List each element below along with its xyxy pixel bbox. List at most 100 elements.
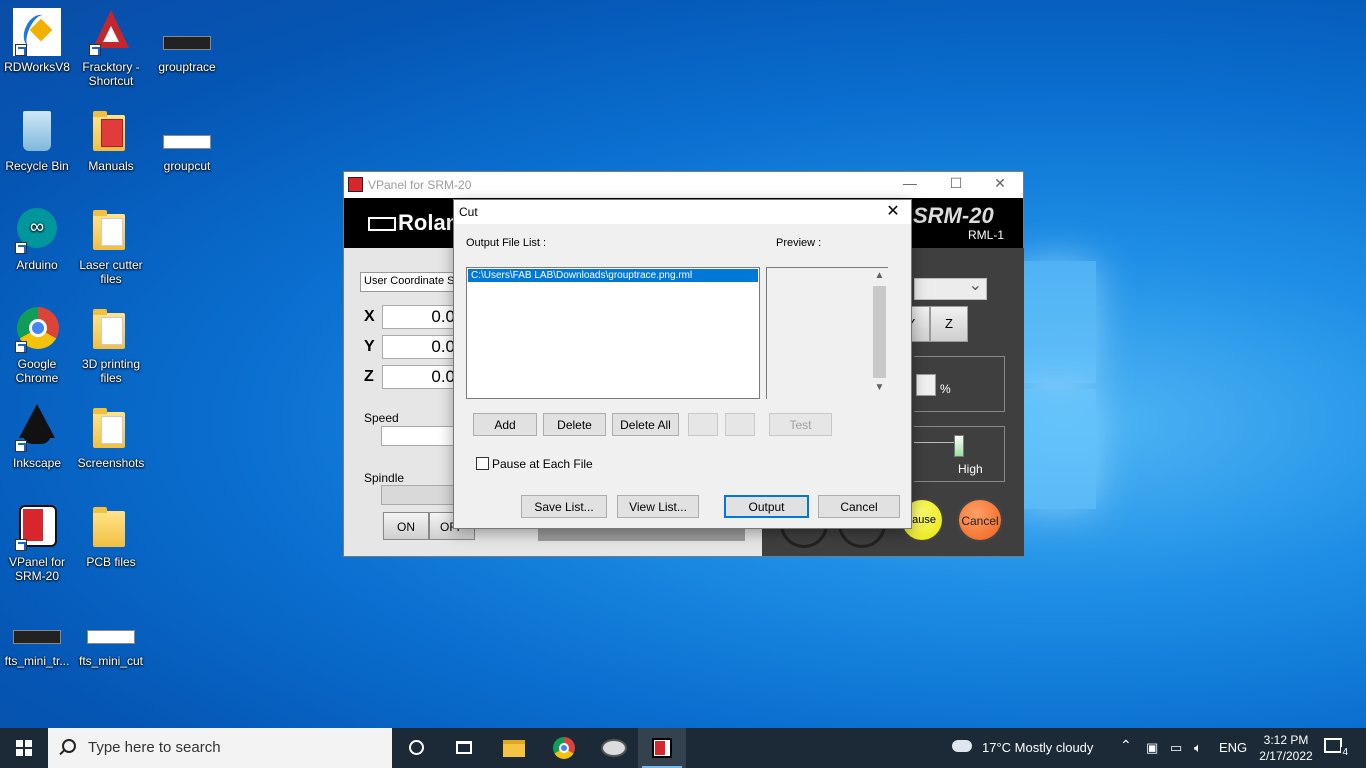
test-button[interactable]: Test: [769, 413, 832, 436]
cancel-button[interactable]: Cancel: [818, 495, 900, 518]
weather-text[interactable]: 17°C Mostly cloudy: [982, 740, 1093, 755]
speed-label: Speed: [364, 411, 399, 425]
desktop-icon-label: 3D printing files: [81, 357, 141, 385]
chevron-up-icon[interactable]: ⌃: [1120, 737, 1132, 754]
override-spinner[interactable]: [916, 374, 936, 396]
chrome-icon: [13, 305, 61, 353]
spindle-on-button[interactable]: ON: [383, 512, 429, 540]
move-down-button[interactable]: [725, 413, 755, 436]
desktop-icon-groupcut[interactable]: groupcut: [150, 107, 224, 173]
folder-icon: [87, 206, 135, 254]
axis-x-label: X: [364, 308, 375, 325]
axis-y-value: 0.0: [382, 335, 462, 359]
high-label: High: [958, 462, 983, 476]
clock[interactable]: 3:12 PM 2/17/2022: [1255, 732, 1317, 764]
output-file-list[interactable]: C:\Users\FAB LAB\Downloads\grouptrace.pn…: [466, 267, 760, 399]
recycle-bin-icon: [13, 107, 61, 155]
desktop-icon-vpanel[interactable]: VPanel for SRM-20: [0, 503, 74, 583]
close-icon[interactable]: ✕: [977, 175, 1023, 195]
desktop-icon-arduino[interactable]: ∞ Arduino: [0, 206, 74, 272]
desktop-icon-grouptrace[interactable]: grouptrace: [150, 8, 224, 74]
notification-count: 4: [1341, 747, 1349, 759]
spindle-slider[interactable]: [381, 485, 461, 505]
desktop-icon-fts-mini-cut[interactable]: fts_mini_cut: [74, 602, 148, 668]
desktop-icon-google-chrome[interactable]: Google Chrome: [0, 305, 74, 385]
preview-label: Preview :: [776, 237, 822, 249]
taskbar-search[interactable]: Type here to search: [48, 728, 392, 768]
taskbar-vpanel[interactable]: [638, 728, 686, 768]
delete-all-button[interactable]: Delete All: [612, 413, 679, 436]
desktop-icon-label: RDWorksV8: [4, 60, 70, 74]
meet-now-icon[interactable]: ▣: [1146, 740, 1158, 756]
add-button[interactable]: Add: [473, 413, 537, 436]
desktop-icon-laser-cutter-files[interactable]: Laser cutter files: [74, 206, 148, 286]
weather-icon[interactable]: [952, 738, 972, 752]
output-button[interactable]: Output: [724, 495, 809, 518]
app-icon: [601, 739, 627, 757]
save-list-button[interactable]: Save List...: [521, 495, 607, 518]
axis-z-button[interactable]: Z: [930, 306, 968, 342]
speed-slider[interactable]: [381, 426, 461, 446]
maximize-icon[interactable]: ☐: [933, 175, 979, 195]
desktop-icon-recycle-bin[interactable]: Recycle Bin: [0, 107, 74, 173]
desktop-icon-rdworks[interactable]: RDWorksV8: [0, 8, 74, 74]
desktop-icon-manuals[interactable]: Manuals: [74, 107, 148, 173]
cortana-icon: [409, 740, 424, 755]
taskbar: Type here to search 17°C Mostly cloudy ⌃…: [0, 728, 1366, 768]
preview-scrollbar[interactable]: ▲ ▼: [871, 268, 888, 398]
move-buttons-strip: [538, 527, 745, 541]
taskbar-file-explorer[interactable]: [490, 728, 538, 768]
desktop-icon-label: Recycle Bin: [5, 159, 69, 173]
volume-icon[interactable]: 🔈︎: [1194, 740, 1202, 756]
scroll-thumb[interactable]: [873, 286, 886, 378]
close-icon[interactable]: ✕: [881, 201, 905, 223]
minimize-icon[interactable]: —: [887, 175, 933, 195]
arduino-icon: ∞: [13, 206, 61, 254]
clock-date: 2/17/2022: [1259, 749, 1313, 763]
desktop-icon-label: fts_mini_cut: [78, 654, 144, 668]
desktop-icon-label: fts_mini_tr...: [4, 654, 70, 668]
image-file-icon: [13, 602, 61, 650]
desktop-icon-label: grouptrace: [158, 60, 216, 74]
percent-label: %: [940, 382, 951, 396]
pause-each-file-checkbox[interactable]: [476, 457, 489, 470]
list-item[interactable]: C:\Users\FAB LAB\Downloads\grouptrace.pn…: [468, 269, 758, 282]
move-mode-select[interactable]: [914, 275, 987, 300]
desktop-icon-screenshots[interactable]: Screenshots: [74, 404, 148, 470]
folder-icon: [87, 503, 135, 551]
scroll-up-icon[interactable]: ▲: [873, 270, 886, 281]
search-icon: [62, 739, 76, 753]
cortana-button[interactable]: [392, 728, 440, 768]
desktop-icon-3d-printing-files[interactable]: 3D printing files: [74, 305, 148, 385]
task-view-icon: [456, 741, 472, 754]
cancel-job-button[interactable]: Cancel: [957, 498, 1003, 542]
delete-button[interactable]: Delete: [543, 413, 606, 436]
taskbar-chrome[interactable]: [540, 728, 588, 768]
spindle-speed-knob[interactable]: [954, 435, 964, 457]
notification-icon: 4: [1324, 738, 1349, 759]
task-view-button[interactable]: [440, 728, 488, 768]
desktop-icon-label: Arduino: [16, 258, 58, 272]
desktop-icon-fts-mini-trace[interactable]: fts_mini_tr...: [0, 602, 74, 668]
desktop-icon-inkscape[interactable]: Inkscape: [0, 404, 74, 470]
preview-area: ▲ ▼: [766, 267, 888, 399]
vpanel-titlebar: VPanel for SRM-20 — ☐ ✕: [344, 172, 1023, 198]
language-indicator[interactable]: ENG: [1219, 740, 1247, 755]
scroll-down-icon[interactable]: ▼: [873, 382, 886, 393]
image-file-icon: [87, 602, 135, 650]
desktop-icon-label: Laser cutter files: [79, 258, 143, 286]
cut-dialog-title: Cut: [459, 205, 478, 219]
desktop-icon-label: PCB files: [86, 555, 136, 569]
start-button[interactable]: [0, 728, 48, 768]
move-up-button[interactable]: [688, 413, 718, 436]
taskbar-inkscape[interactable]: [590, 728, 638, 768]
desktop-icon-fracktory[interactable]: Fracktory - Shortcut: [74, 8, 148, 88]
view-list-button[interactable]: View List...: [617, 495, 699, 518]
axis-x-value: 0.0: [382, 305, 462, 329]
model-name: SRM-20: [913, 203, 994, 228]
cut-dialog: Cut ✕ Output File List : Preview : C:\Us…: [453, 199, 912, 529]
network-icon[interactable]: ▭: [1170, 740, 1182, 756]
vpanel-icon: [13, 503, 61, 551]
notifications-button[interactable]: 4: [1324, 738, 1349, 759]
desktop-icon-pcb-files[interactable]: PCB files: [74, 503, 148, 569]
